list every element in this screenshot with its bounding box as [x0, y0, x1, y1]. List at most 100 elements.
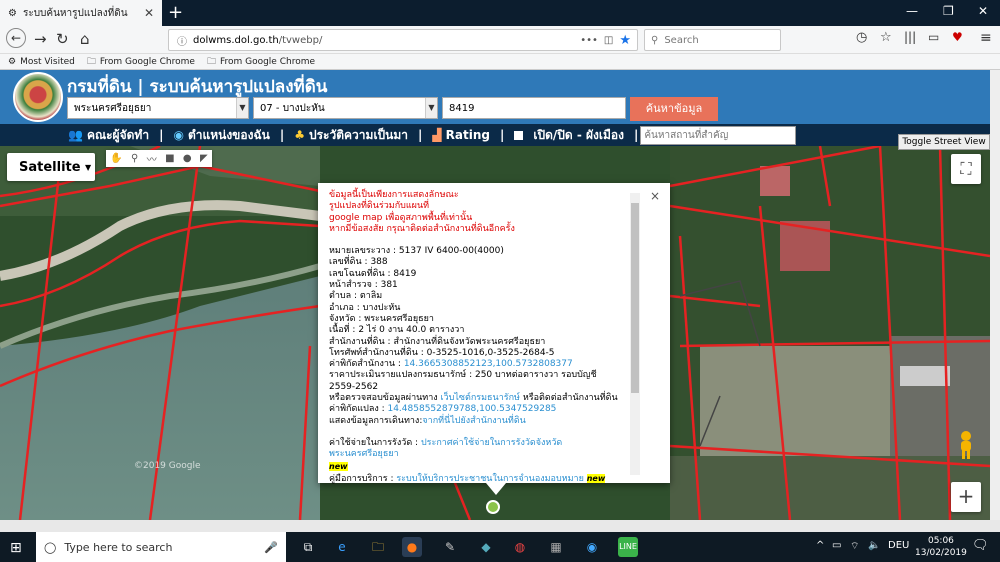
app-icon[interactable]: ✎: [440, 537, 460, 557]
microphone-icon[interactable]: 🎤: [264, 541, 278, 554]
office-coord-link[interactable]: 14.3665308852123,100.5732808377: [404, 359, 573, 369]
new-tab-icon[interactable]: +: [168, 2, 183, 23]
pocket-icon[interactable]: ◫: [604, 35, 613, 46]
edge-icon[interactable]: e: [332, 537, 352, 557]
district-select[interactable]: 07 - บางปะหัน ▼: [253, 97, 438, 119]
menu-history[interactable]: ♣ ประวัติความเป็นมา: [294, 126, 408, 145]
globe-icon: ◉: [173, 128, 184, 142]
library-icon[interactable]: |||: [904, 30, 916, 44]
field-phone: โทรศัพท์สำนักงานที่ดิน : 0-3525-1016,0-3…: [329, 347, 555, 358]
notifications-icon[interactable]: 🗨: [972, 538, 989, 553]
field-price-period: 2559-2562: [329, 381, 379, 392]
polygon-icon[interactable]: ◤: [200, 153, 208, 164]
network-icon[interactable]: ▭: [832, 540, 841, 551]
extension-icon[interactable]: ♥: [952, 30, 963, 44]
info-scrollbar[interactable]: [630, 193, 640, 475]
parcel-number-input[interactable]: 8419: [442, 97, 626, 119]
restore-icon[interactable]: ❐: [943, 4, 954, 18]
parcel-marker-icon[interactable]: [486, 500, 500, 514]
bookmark-most-visited[interactable]: ⚙ Most Visited: [8, 57, 75, 67]
history-icon[interactable]: ◷: [856, 30, 867, 45]
close-tab-icon[interactable]: ✕: [144, 6, 154, 20]
close-window-icon[interactable]: ✕: [978, 4, 988, 18]
site-favicon-icon: ⚙: [8, 7, 17, 19]
caret-down-icon: ▼: [85, 162, 92, 172]
bookmarks-bar: ⚙ Most Visited 🗀 From Google Chrome 🗀 From …: [0, 54, 1000, 70]
wifi-icon[interactable]: ⌔: [850, 540, 859, 553]
map-watermark: ©2019 Google: [134, 461, 201, 471]
clock-time: 05:06: [927, 536, 954, 546]
checkbox-icon[interactable]: [514, 130, 524, 140]
polyline-icon[interactable]: 〰: [147, 151, 157, 166]
taskbar-search[interactable]: ◯ Type here to search 🎤: [36, 532, 286, 562]
guide-link[interactable]: ระบบให้บริการประชาชนในการจำนองมอบหมาย: [396, 474, 584, 484]
bookmark-chrome-1[interactable]: 🗀 From Google Chrome: [87, 54, 195, 70]
fullscreen-button[interactable]: ⛶: [951, 154, 981, 184]
vertical-scrollbar[interactable]: [990, 70, 1000, 520]
forward-icon[interactable]: →: [34, 30, 47, 48]
parcel-coord-link[interactable]: 14.4858552879788,100.5347529285: [387, 404, 556, 414]
page-actions-icon[interactable]: •••: [580, 35, 598, 46]
task-view-icon[interactable]: ⧉: [298, 537, 318, 557]
route-link[interactable]: จากที่นี่ไปยังสำนักงานที่ดิน: [422, 416, 525, 426]
menu-rating[interactable]: ▟ Rating: [432, 128, 490, 142]
pegman-icon[interactable]: [955, 430, 977, 460]
app-icon[interactable]: ◉: [582, 537, 602, 557]
back-icon[interactable]: ←: [6, 28, 26, 48]
parcel-number-value: 8419: [449, 102, 475, 114]
province-select[interactable]: พระนครศรีอยุธยา ▼: [67, 97, 249, 119]
bookmark-star-icon[interactable]: ★: [619, 33, 631, 48]
info-icon[interactable]: ⓘ: [177, 33, 187, 48]
field-area: เนื้อที่ : 2 ไร่ 0 งาน 40.0 ตารางวา: [329, 325, 465, 336]
field-price: ราคาประเมินรายแปลงกรมธนารักษ์ : 250 บาทต…: [329, 370, 597, 381]
firefox-icon[interactable]: ●: [402, 537, 422, 557]
language-indicator[interactable]: DEU: [888, 540, 909, 551]
horizontal-scrollbar[interactable]: [0, 520, 1000, 532]
circle-icon[interactable]: ●: [183, 153, 192, 164]
bookmark-chrome-2[interactable]: 🗀 From Google Chrome: [207, 54, 315, 70]
tray-chevron-icon[interactable]: ^: [816, 540, 824, 551]
treasury-link[interactable]: เว็บไซต์กรมธนารักษ์: [441, 393, 520, 403]
notice-line: google map เพื่อดูสภาพพื้นที่เท่านั้น: [329, 212, 473, 223]
drawing-toolbar: ✋ ⚲ 〰 ■ ● ◤: [106, 150, 212, 167]
map-type-value: Satellite: [19, 159, 81, 175]
minimize-icon[interactable]: —: [906, 4, 918, 18]
zoom-in-button[interactable]: +: [951, 482, 981, 512]
notice-line: หากมีข้อสงสัย กรุณาติดต่อสำนักงานที่ดินอ…: [329, 223, 515, 234]
search-placeholder: Search: [664, 34, 699, 46]
menu-icon[interactable]: ≡: [980, 30, 992, 46]
hand-icon[interactable]: ✋: [110, 153, 122, 164]
place-search-input[interactable]: ค้นหาสถานที่สำคัญ: [640, 125, 797, 145]
bookmarks-menu-icon[interactable]: ☆: [880, 30, 892, 45]
rectangle-icon[interactable]: ■: [165, 153, 174, 164]
site-menu-bar: 👥 คณะผู้จัดทำ | ◉ ตำแหน่งของฉัน | ♣ ประวัติ…: [0, 124, 990, 146]
app-icon[interactable]: ▦: [546, 537, 566, 557]
reload-icon[interactable]: ↻: [56, 30, 69, 48]
menu-toggle-plan[interactable]: เปิด/ปิด - ผังเมือง: [514, 126, 624, 145]
chevron-down-icon: ▼: [236, 98, 248, 118]
browser-tab[interactable]: ⚙ ระบบค้นหารูปแปลงที่ดิน ✕: [0, 0, 162, 26]
url-bar[interactable]: ⓘ dolwms.dol.go.th/tvwebp/ ••• ◫ ★: [168, 29, 638, 51]
search-button[interactable]: ค้นหาข้อมูล: [630, 97, 718, 121]
menu-team[interactable]: 👥 คณะผู้จัดทำ: [68, 126, 149, 145]
new-badge: new: [586, 473, 606, 483]
marker-icon[interactable]: ⚲: [131, 153, 138, 164]
line-icon[interactable]: LINE: [618, 537, 638, 557]
home-icon[interactable]: ⌂: [80, 30, 90, 48]
map-type-select[interactable]: Satellite ▼: [7, 153, 95, 181]
department-logo: [13, 72, 63, 122]
folder-icon: 🗀: [206, 56, 216, 67]
close-icon[interactable]: ×: [650, 189, 660, 203]
chrome-icon[interactable]: ◍: [510, 537, 530, 557]
sidebar-icon[interactable]: ▭: [928, 30, 939, 44]
menu-location[interactable]: ◉ ตำแหน่งของฉัน: [173, 126, 269, 145]
chart-icon: ▟: [432, 128, 442, 142]
windows-start-icon[interactable]: ⊞: [10, 540, 22, 556]
browser-search-bar[interactable]: ⚲ Search: [644, 29, 781, 51]
field-fee: ค่าใช้จ่ายในการรังวัด : ประกาศค่าใช้จ่าย…: [329, 437, 563, 460]
file-explorer-icon[interactable]: 🗀: [368, 537, 388, 557]
toggle-street-view-button[interactable]: Toggle Street View: [898, 134, 990, 150]
app-icon[interactable]: ◆: [476, 537, 496, 557]
clock[interactable]: 05:06 13/02/2019: [915, 535, 967, 559]
volume-icon[interactable]: 🔈: [868, 540, 880, 551]
